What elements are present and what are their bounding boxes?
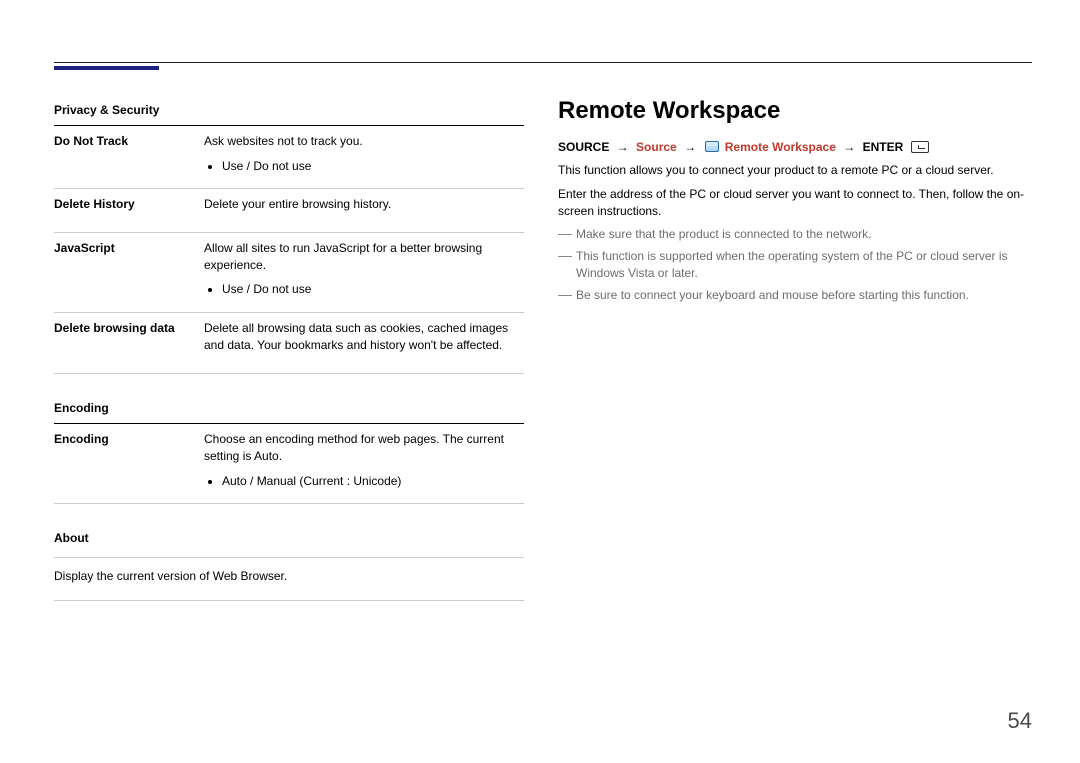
accent-bar bbox=[54, 66, 159, 70]
setting-option: Use / Do not use bbox=[222, 157, 524, 176]
rw-para-1: This function allows you to connect your… bbox=[558, 162, 1032, 179]
setting-desc: Ask websites not to track you.Use / Do n… bbox=[204, 133, 524, 176]
setting-row: Delete HistoryDelete your entire browsin… bbox=[54, 189, 524, 232]
note-item: Make sure that the product is connected … bbox=[558, 226, 1032, 243]
arrow-icon: → bbox=[684, 140, 696, 154]
setting-option: Use / Do not use bbox=[222, 280, 524, 299]
setting-label: Encoding bbox=[54, 431, 204, 491]
setting-option: Auto / Manual (Current : Unicode) bbox=[222, 472, 524, 491]
arrow-icon: → bbox=[617, 140, 629, 154]
monitor-icon bbox=[705, 141, 719, 152]
arrow-icon: → bbox=[843, 140, 855, 154]
enter-icon bbox=[911, 141, 929, 153]
setting-label: Delete History bbox=[54, 196, 204, 219]
dash-icon bbox=[558, 295, 572, 296]
note-item: Be sure to connect your keyboard and mou… bbox=[558, 287, 1032, 304]
dash-icon bbox=[558, 234, 572, 235]
path-item: Remote Workspace bbox=[725, 140, 836, 154]
encoding-heading: Encoding bbox=[54, 392, 524, 424]
privacy-heading: Privacy & Security bbox=[54, 94, 524, 126]
page-number: 54 bbox=[1008, 705, 1032, 737]
setting-row: Delete browsing dataDelete all browsing … bbox=[54, 313, 524, 374]
setting-desc: Choose an encoding method for web pages.… bbox=[204, 431, 524, 491]
note-item: This function is supported when the oper… bbox=[558, 248, 1032, 283]
dash-icon bbox=[558, 256, 572, 257]
setting-label: JavaScript bbox=[54, 240, 204, 300]
right-column: Remote Workspace SOURCE → Source → Remot… bbox=[558, 94, 1032, 601]
setting-label: Delete browsing data bbox=[54, 320, 204, 361]
setting-desc: Allow all sites to run JavaScript for a … bbox=[204, 240, 524, 300]
setting-label: Do Not Track bbox=[54, 133, 204, 176]
path-enter: ENTER bbox=[863, 140, 904, 154]
setting-row: JavaScriptAllow all sites to run JavaScr… bbox=[54, 233, 524, 313]
remote-workspace-title: Remote Workspace bbox=[558, 94, 1032, 129]
left-column: Privacy & Security Do Not TrackAsk websi… bbox=[54, 94, 524, 601]
path-menu: Source bbox=[636, 140, 677, 154]
rw-para-2: Enter the address of the PC or cloud ser… bbox=[558, 186, 1032, 221]
setting-desc: Delete all browsing data such as cookies… bbox=[204, 320, 524, 361]
about-heading: About bbox=[54, 522, 524, 553]
notes-list: Make sure that the product is connected … bbox=[558, 226, 1032, 304]
path-source: SOURCE bbox=[558, 140, 609, 154]
about-text: Display the current version of Web Brows… bbox=[54, 558, 524, 600]
setting-row: Do Not TrackAsk websites not to track yo… bbox=[54, 126, 524, 189]
nav-path: SOURCE → Source → Remote Workspace → ENT… bbox=[558, 139, 1032, 156]
setting-row: EncodingChoose an encoding method for we… bbox=[54, 424, 524, 504]
setting-desc: Delete your entire browsing history. bbox=[204, 196, 524, 219]
